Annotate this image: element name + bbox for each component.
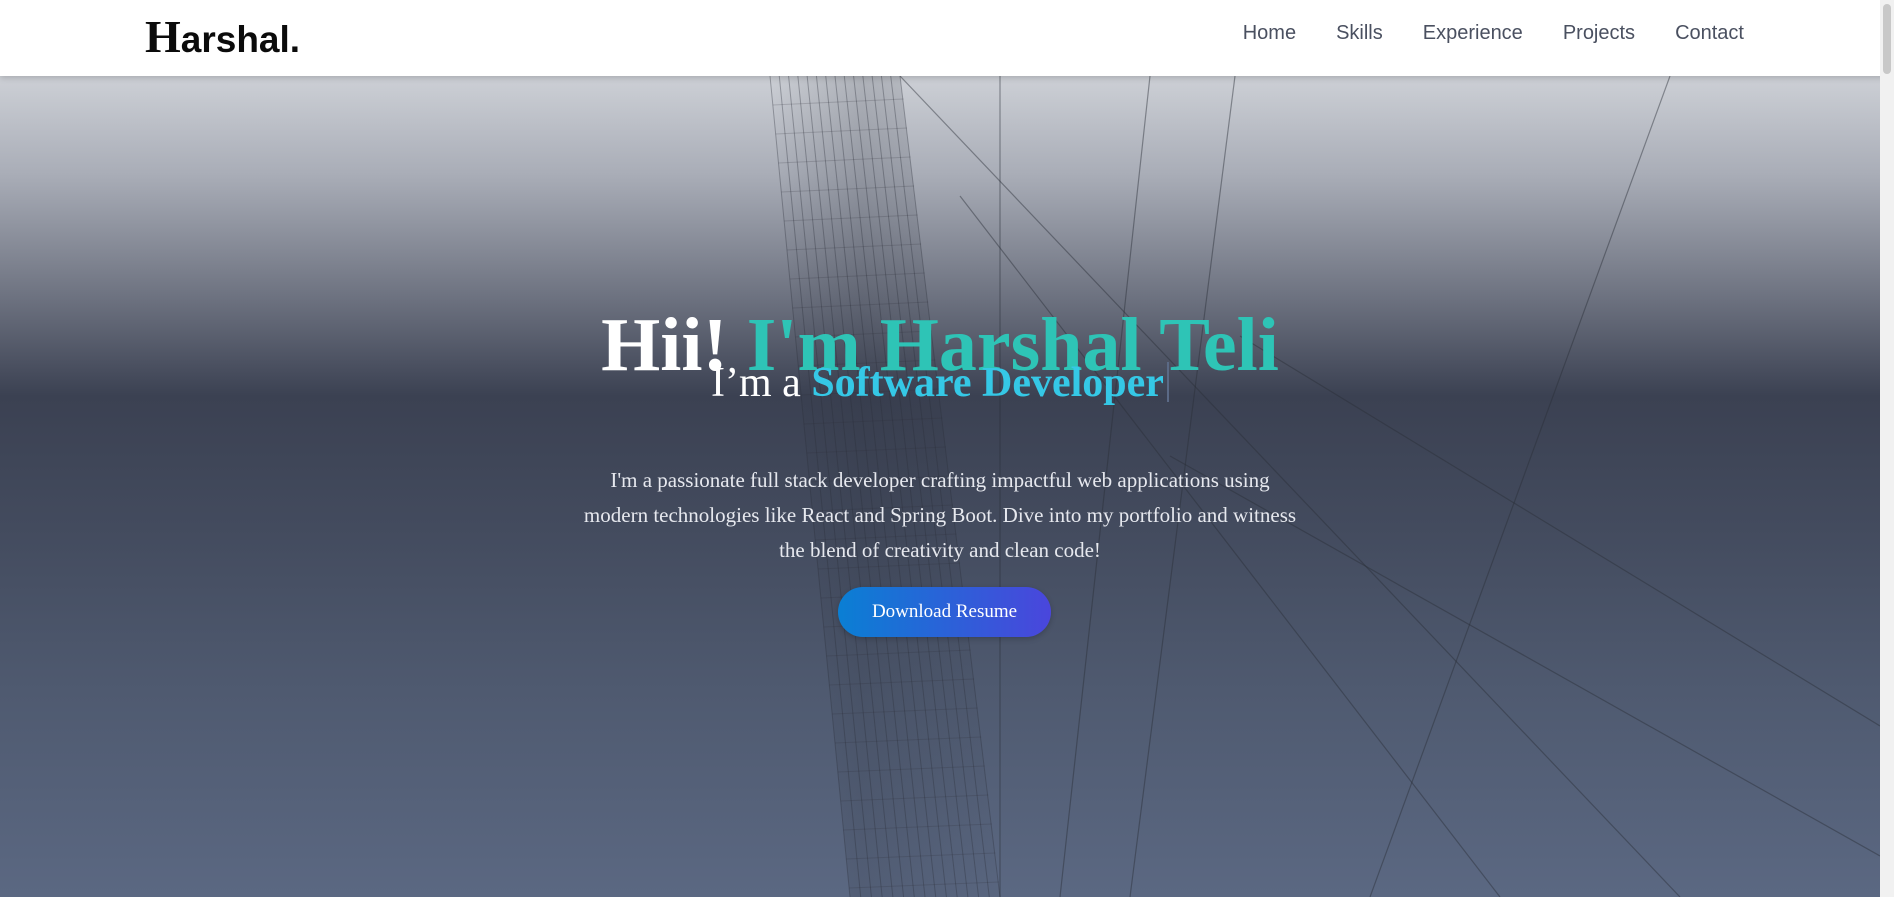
typing-cursor (1166, 362, 1169, 402)
page-scrollbar[interactable] (1880, 0, 1894, 897)
nav-link-home[interactable]: Home (1243, 22, 1296, 45)
portfolio-page: Harshal. Home Skills Experience Projects… (0, 0, 1894, 897)
hero-role-line: I’m a Software Developer (0, 362, 1880, 404)
download-resume-button[interactable]: Download Resume (838, 587, 1051, 637)
logo-initial: H (145, 11, 181, 62)
hero-role-prefix: I’m a (711, 360, 801, 406)
hero-role-typed: Software Developer (811, 360, 1164, 406)
scrollbar-thumb[interactable] (1883, 4, 1891, 74)
hero-description: I'm a passionate full stack developer cr… (583, 468, 1297, 562)
nav-link-skills[interactable]: Skills (1336, 22, 1383, 45)
nav-link-experience[interactable]: Experience (1423, 22, 1523, 45)
site-logo[interactable]: Harshal. (145, 10, 300, 63)
nav-link-projects[interactable]: Projects (1563, 22, 1635, 45)
logo-text: arshal. (180, 19, 301, 60)
nav-menu: Home Skills Experience Projects Contact (1243, 22, 1744, 45)
navbar: Harshal. Home Skills Experience Projects… (0, 0, 1894, 76)
nav-link-contact[interactable]: Contact (1675, 22, 1744, 45)
hero-section: Hii! I'm Harshal Teli I’m a Software Dev… (0, 76, 1880, 897)
